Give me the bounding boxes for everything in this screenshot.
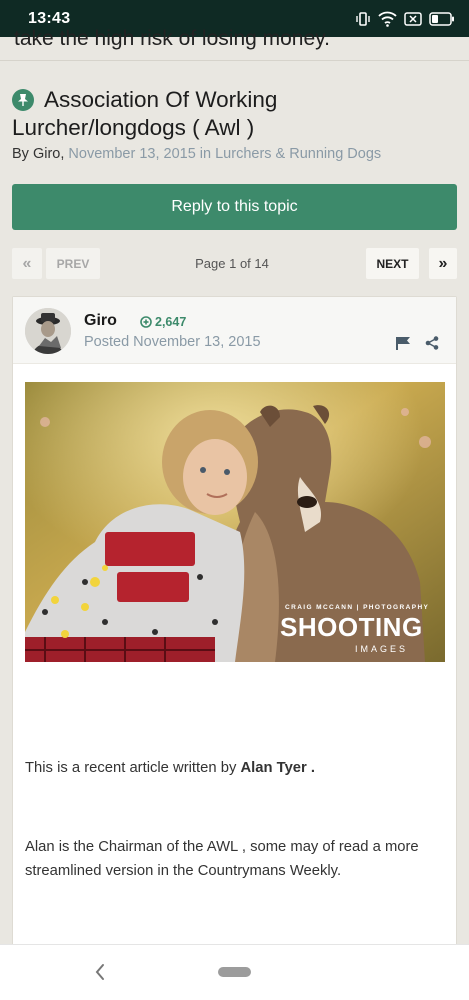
last-page-button[interactable]: » <box>429 248 457 279</box>
status-icons <box>355 11 455 27</box>
avatar[interactable] <box>25 308 71 354</box>
byline-author-link[interactable]: Giro, <box>33 146 64 162</box>
post-paragraph-2: Alan is the Chairman of the AWL , some m… <box>25 839 419 879</box>
topic-title-line2: Lurcher/longdogs ( Awl ) <box>12 115 255 140</box>
share-icon[interactable] <box>425 336 439 350</box>
battery-icon <box>429 11 454 26</box>
pin-icon <box>12 89 34 111</box>
pagination: « PREV Page 1 of 14 NEXT » <box>12 248 457 279</box>
reputation-badge: 2,647 <box>140 315 186 329</box>
next-page-button[interactable]: NEXT <box>366 248 419 279</box>
topic-title-line1: Association Of Working <box>44 87 278 112</box>
reputation-value: 2,647 <box>155 315 187 329</box>
post-paragraph-1: This is a recent article written by Alan… <box>25 756 445 780</box>
watermark-credit: CRAIG MCCANN | PHOTOGRAPHY <box>285 604 430 611</box>
post-header: Giro 2,647 Posted November 13, 2015 <box>13 297 456 364</box>
post-card: Giro 2,647 Posted November 13, 2015 CRAI… <box>12 296 457 956</box>
vibrate-icon <box>356 11 370 26</box>
page-indicator[interactable]: Page 1 of 14 <box>172 248 292 279</box>
reply-to-topic-button[interactable]: Reply to this topic <box>12 184 457 230</box>
paragraph-1-name: Alan Tyer . <box>240 760 316 776</box>
watermark-subtitle: IMAGES <box>355 644 409 654</box>
sim-disabled-icon <box>404 11 422 26</box>
byline-prefix: By <box>12 146 29 162</box>
prev-page-button[interactable]: PREV <box>46 248 100 279</box>
home-pill-button[interactable] <box>218 967 251 977</box>
post-author-link[interactable]: Giro <box>84 312 117 330</box>
divider <box>0 60 469 61</box>
plus-circle-icon <box>140 316 152 328</box>
system-nav-bar <box>0 944 469 1000</box>
topic-title-row: Association Of Working <box>12 86 457 114</box>
paragraph-1-text: This is a recent article written by <box>25 760 241 776</box>
status-time: 13:43 <box>28 9 71 27</box>
topic-byline: By Giro, November 13, 2015 in Lurchers &… <box>12 146 457 162</box>
watermark-title: SHOOTING <box>280 612 423 642</box>
flag-icon[interactable] <box>395 336 411 350</box>
post-photo[interactable]: CRAIG MCCANN | PHOTOGRAPHY SHOOTING IMAG… <box>25 382 445 662</box>
first-page-button[interactable]: « <box>12 248 42 279</box>
topic-header: Association Of Working Lurcher/longdogs … <box>12 86 457 162</box>
post-date[interactable]: Posted November 13, 2015 <box>84 334 261 350</box>
chevron-left-icon[interactable] <box>94 962 106 982</box>
wifi-icon <box>378 11 397 27</box>
byline-date-forum-link[interactable]: November 13, 2015 in Lurchers & Running … <box>68 146 381 162</box>
previous-content-text: take the high risk of losing money. <box>14 27 330 50</box>
